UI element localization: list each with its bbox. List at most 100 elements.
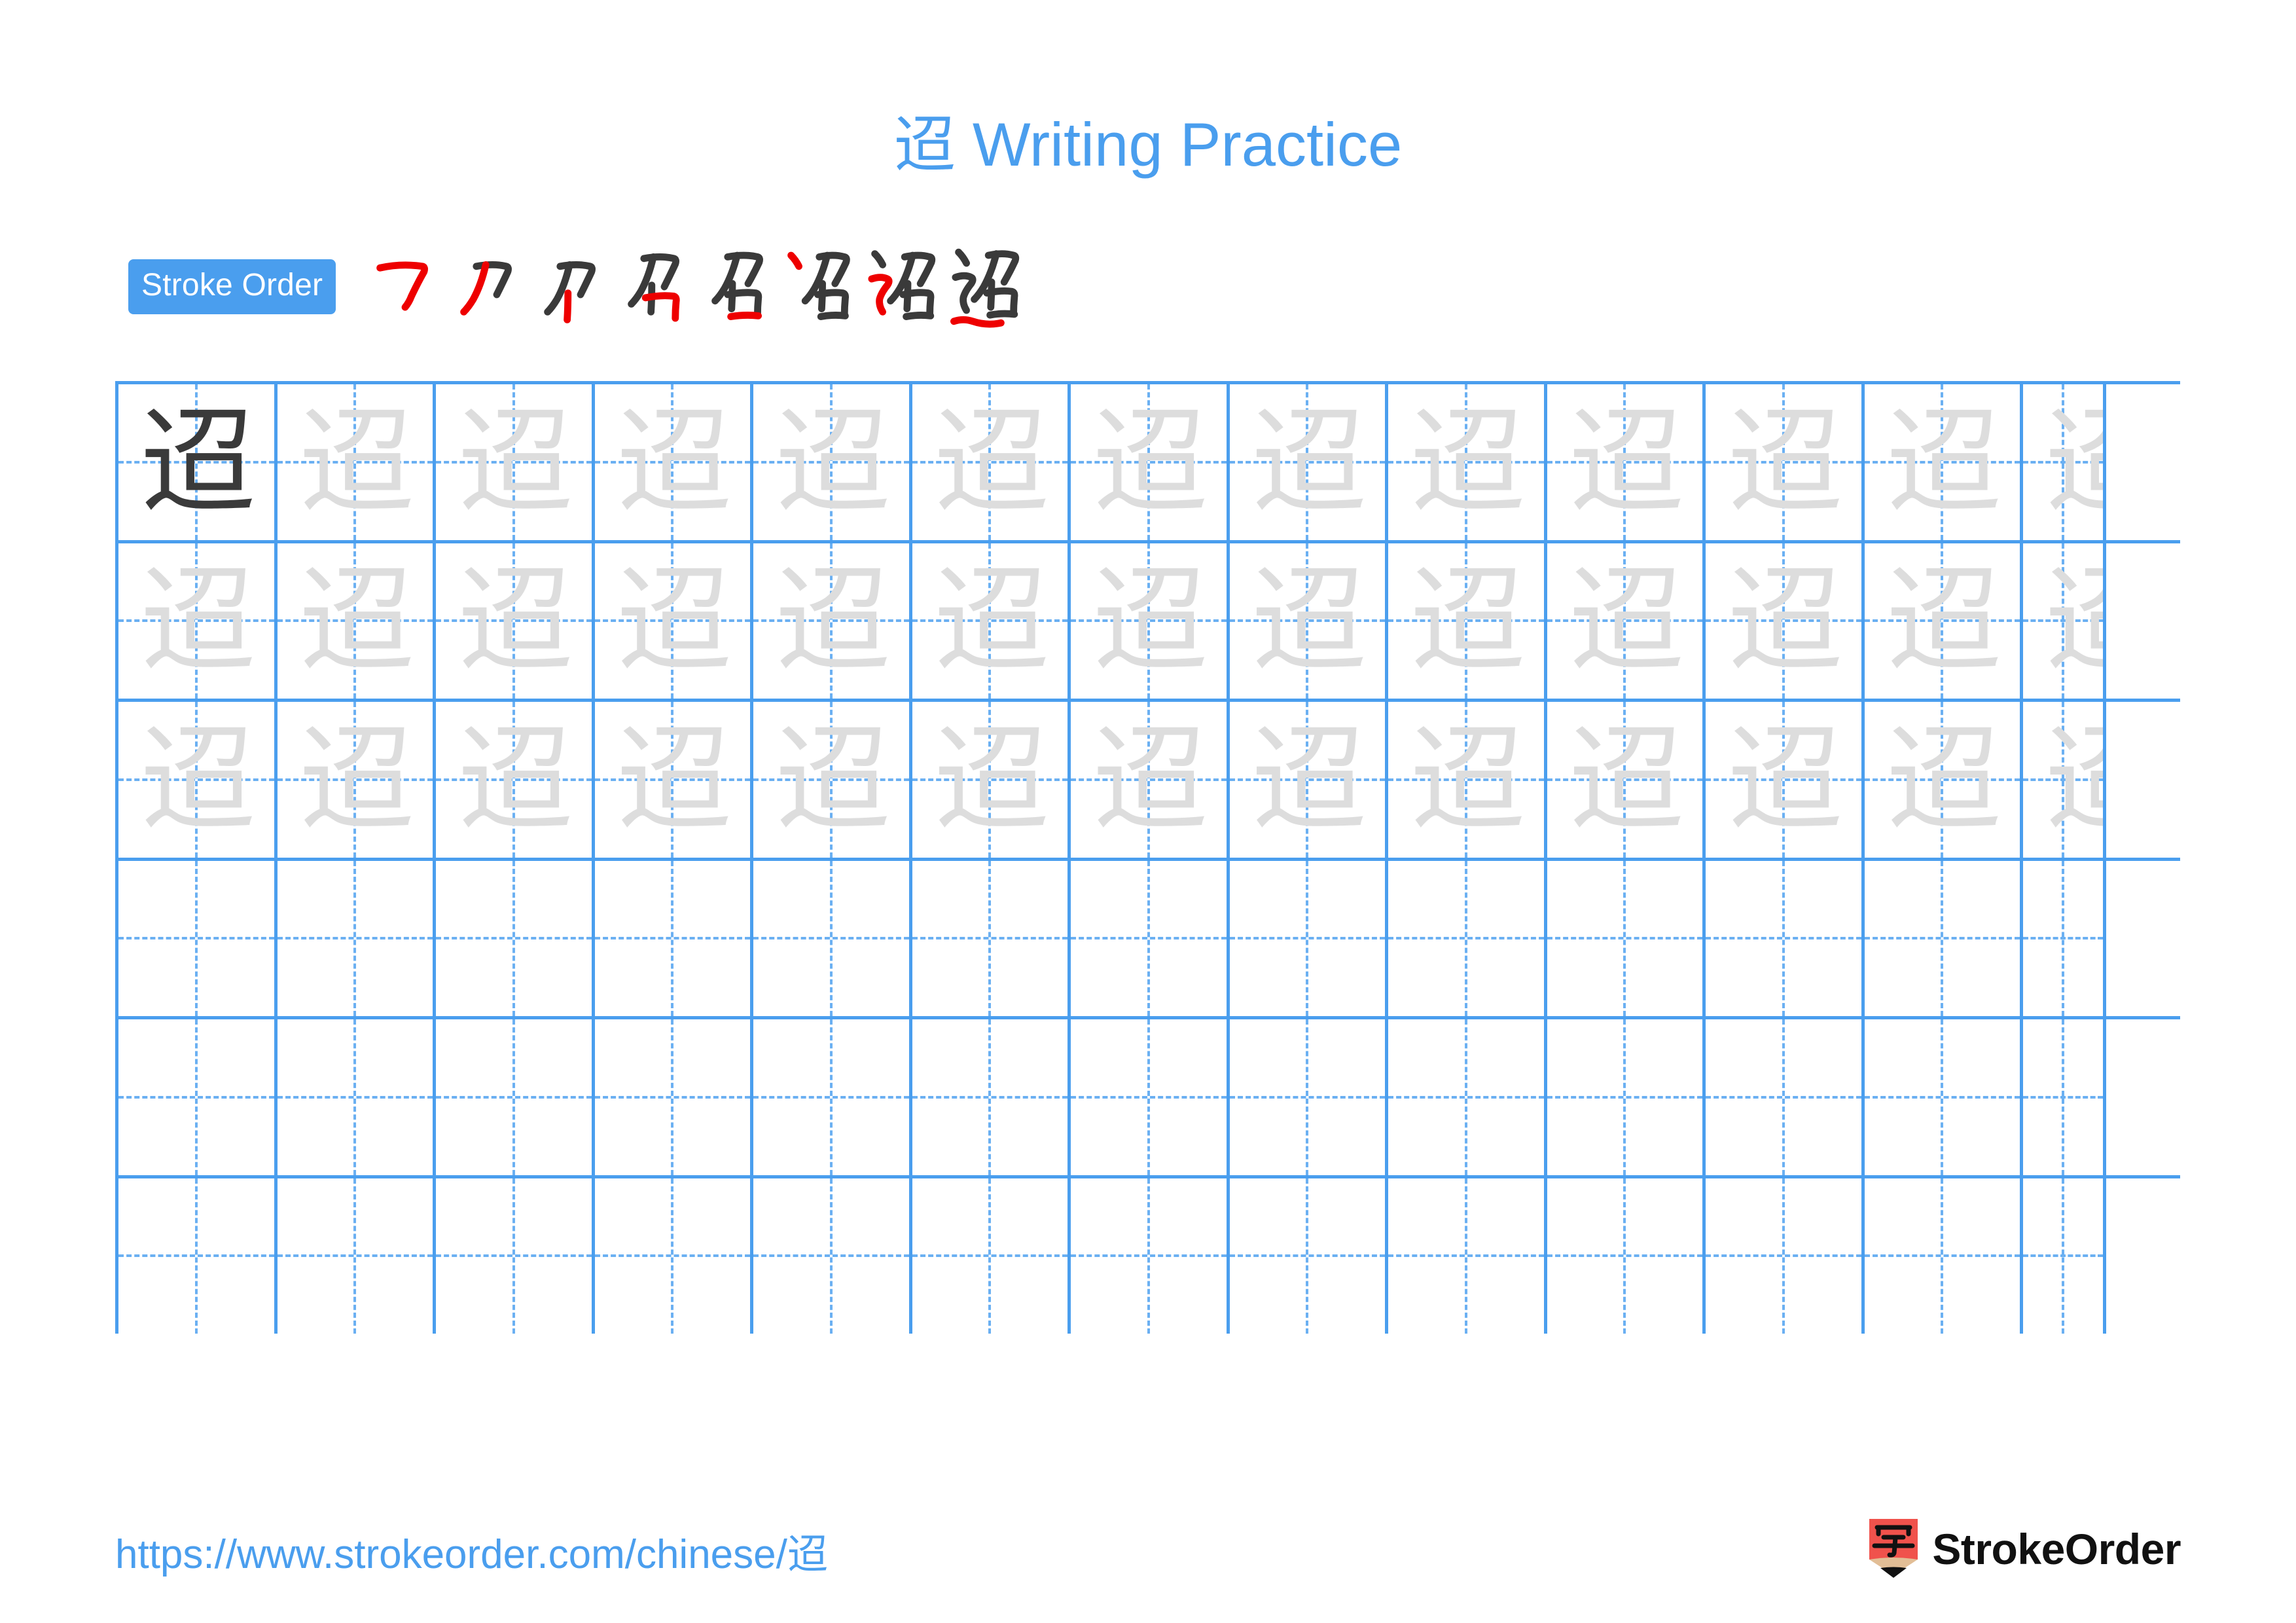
- stroke-step-4: [615, 247, 698, 326]
- page-title-character: 迢: [893, 109, 956, 181]
- practice-cell[interactable]: [1388, 860, 1547, 1016]
- practice-cell[interactable]: [278, 1178, 436, 1334]
- trace-character: 迢: [1568, 553, 1684, 688]
- practice-cell[interactable]: 迢: [1865, 543, 2023, 699]
- stroke-step-2: [447, 247, 531, 326]
- trace-character: 迢: [2023, 543, 2103, 699]
- practice-cell[interactable]: [1865, 1178, 2023, 1334]
- practice-cell[interactable]: [1865, 860, 2023, 1016]
- practice-cell[interactable]: [278, 1019, 436, 1175]
- practice-cell[interactable]: 迢: [118, 384, 278, 540]
- practice-cell[interactable]: [912, 860, 1071, 1016]
- practice-cell[interactable]: 迢: [118, 702, 278, 858]
- practice-cell[interactable]: [436, 1178, 595, 1334]
- trace-character: 迢: [1727, 394, 1843, 529]
- practice-cell[interactable]: 迢: [2023, 384, 2106, 540]
- practice-cell[interactable]: [1388, 1019, 1547, 1175]
- practice-cell[interactable]: 迢: [1865, 384, 2023, 540]
- practice-cell[interactable]: [912, 1178, 1071, 1334]
- practice-cell[interactable]: 迢: [2023, 702, 2106, 858]
- practice-cell[interactable]: 迢: [1388, 543, 1547, 699]
- practice-row: [118, 860, 2180, 1019]
- practice-cell[interactable]: [912, 1019, 1071, 1175]
- practice-cell[interactable]: 迢: [1230, 384, 1388, 540]
- practice-cell[interactable]: 迢: [1706, 384, 1865, 540]
- practice-cell[interactable]: [595, 1019, 753, 1175]
- practice-cell[interactable]: 迢: [118, 543, 278, 699]
- trace-character: 迢: [933, 553, 1049, 688]
- practice-cell[interactable]: 迢: [912, 543, 1071, 699]
- practice-cell[interactable]: [1230, 1019, 1388, 1175]
- practice-cell[interactable]: 迢: [436, 702, 595, 858]
- practice-cell[interactable]: 迢: [1547, 702, 1706, 858]
- trace-character: 迢: [1568, 712, 1684, 847]
- practice-cell[interactable]: [436, 860, 595, 1016]
- practice-cell[interactable]: [1071, 860, 1230, 1016]
- practice-row: 迢迢迢迢迢迢迢迢迢迢迢迢迢: [118, 702, 2180, 861]
- practice-cell[interactable]: [118, 1178, 278, 1334]
- practice-cell[interactable]: [753, 1178, 912, 1334]
- practice-cell[interactable]: 迢: [1071, 543, 1230, 699]
- trace-character: 迢: [457, 553, 573, 688]
- trace-character: 迢: [1886, 553, 2001, 688]
- practice-cell[interactable]: [1547, 860, 1706, 1016]
- source-url[interactable]: https://www.strokeorder.com/chinese/迢: [115, 1531, 828, 1579]
- practice-cell[interactable]: [1071, 1178, 1230, 1334]
- practice-cell[interactable]: 迢: [436, 384, 595, 540]
- pencil-logo-icon: [1869, 1519, 1918, 1579]
- practice-cell[interactable]: 迢: [753, 702, 912, 858]
- practice-row: 迢迢迢迢迢迢迢迢迢迢迢迢迢: [118, 384, 2180, 543]
- practice-cell[interactable]: [1706, 860, 1865, 1016]
- trace-character: 迢: [1251, 712, 1367, 847]
- practice-cell[interactable]: [1071, 1019, 1230, 1175]
- practice-cell[interactable]: 迢: [912, 384, 1071, 540]
- practice-cell[interactable]: 迢: [595, 384, 753, 540]
- practice-cell[interactable]: [1547, 1178, 1706, 1334]
- stroke-step-1-glyph: [376, 261, 429, 311]
- practice-cell[interactable]: 迢: [1547, 543, 1706, 699]
- practice-cell[interactable]: [595, 860, 753, 1016]
- practice-cell[interactable]: [436, 1019, 595, 1175]
- practice-cell[interactable]: 迢: [278, 543, 436, 699]
- practice-row: [118, 1019, 2180, 1178]
- practice-cell[interactable]: 迢: [2023, 543, 2106, 699]
- practice-cell[interactable]: 迢: [1706, 702, 1865, 858]
- practice-cell[interactable]: 迢: [595, 543, 753, 699]
- practice-cell[interactable]: 迢: [753, 543, 912, 699]
- practice-cell[interactable]: 迢: [1388, 702, 1547, 858]
- practice-cell[interactable]: 迢: [1230, 543, 1388, 699]
- practice-cell[interactable]: [2023, 860, 2106, 1016]
- practice-cell[interactable]: [1865, 1019, 2023, 1175]
- practice-cell[interactable]: 迢: [595, 702, 753, 858]
- practice-cell[interactable]: 迢: [912, 702, 1071, 858]
- practice-cell[interactable]: [118, 1019, 278, 1175]
- practice-cell[interactable]: [1388, 1178, 1547, 1334]
- practice-cell[interactable]: [1706, 1178, 1865, 1334]
- practice-cell[interactable]: 迢: [1071, 702, 1230, 858]
- practice-cell[interactable]: 迢: [436, 543, 595, 699]
- practice-cell[interactable]: [1230, 1178, 1388, 1334]
- practice-cell[interactable]: [278, 860, 436, 1016]
- practice-cell[interactable]: [1547, 1019, 1706, 1175]
- practice-cell[interactable]: [753, 1019, 912, 1175]
- practice-cell[interactable]: [753, 860, 912, 1016]
- stroke-step-8: [950, 247, 1033, 328]
- practice-cell[interactable]: 迢: [1071, 384, 1230, 540]
- stroke-step-4-glyph: [628, 253, 680, 322]
- practice-cell[interactable]: [118, 860, 278, 1016]
- practice-cell[interactable]: [595, 1178, 753, 1334]
- practice-cell[interactable]: 迢: [1230, 702, 1388, 858]
- practice-cell[interactable]: [1706, 1019, 1865, 1175]
- practice-cell[interactable]: 迢: [753, 384, 912, 540]
- practice-cell[interactable]: [1230, 860, 1388, 1016]
- stroke-order-step-list: [363, 247, 1033, 328]
- practice-cell[interactable]: 迢: [1706, 543, 1865, 699]
- practice-cell[interactable]: 迢: [1547, 384, 1706, 540]
- practice-cell[interactable]: [2023, 1178, 2106, 1334]
- practice-cell[interactable]: 迢: [1865, 702, 2023, 858]
- trace-character: 迢: [2023, 702, 2103, 858]
- practice-cell[interactable]: 迢: [1388, 384, 1547, 540]
- practice-cell[interactable]: 迢: [278, 702, 436, 858]
- practice-cell[interactable]: [2023, 1019, 2106, 1175]
- practice-cell[interactable]: 迢: [278, 384, 436, 540]
